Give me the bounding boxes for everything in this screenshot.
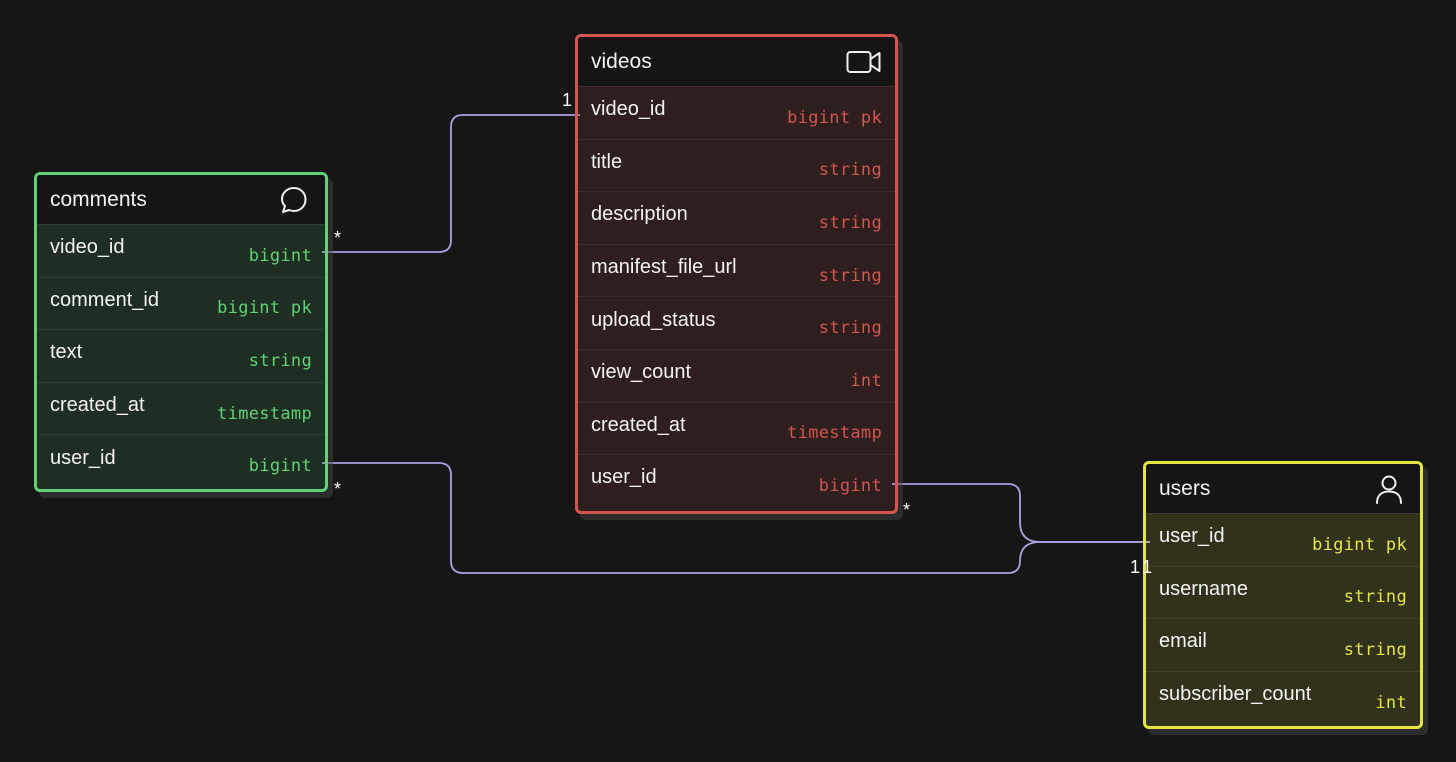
primary-key-badge: pk xyxy=(860,107,882,128)
field-name: email xyxy=(1159,630,1207,653)
cardinality-label: * xyxy=(334,228,342,248)
field-type: string xyxy=(1344,640,1407,660)
field-name: created_at xyxy=(591,413,686,436)
field-row-username[interactable]: username string xyxy=(1146,565,1420,619)
field-name: text xyxy=(50,341,83,364)
cardinality-label: 1 xyxy=(1130,557,1141,577)
relation-videos-user-id-to-users-user-id[interactable] xyxy=(892,483,1150,543)
comments-field-list: video_id bigint comment_id bigint pk text str… xyxy=(37,224,325,487)
field-name: video_id xyxy=(591,98,666,121)
field-row-video-id[interactable]: video_id bigint pk xyxy=(578,86,895,139)
cardinality-label: 1 xyxy=(562,90,573,110)
field-row-text[interactable]: text string xyxy=(37,329,325,382)
field-type-label: timestamp xyxy=(787,423,882,444)
field-type-label: bigint xyxy=(217,298,281,319)
video-camera-icon xyxy=(846,47,882,77)
field-type: string xyxy=(819,160,882,180)
field-name: view_count xyxy=(591,361,692,384)
field-type: string xyxy=(249,351,312,371)
field-row-view-count[interactable]: view_count int xyxy=(578,348,895,402)
field-row-video-id[interactable]: video_id bigint xyxy=(37,224,325,277)
field-type: bigint pk xyxy=(217,298,312,318)
field-row-manifest-file-url[interactable]: manifest_file_url string xyxy=(578,243,895,297)
comments-table-header[interactable]: comments xyxy=(37,175,325,224)
field-type: bigint pk xyxy=(1312,535,1407,555)
primary-key-badge: pk xyxy=(1385,534,1407,555)
users-table-header[interactable]: users xyxy=(1146,464,1420,513)
field-name: user_id xyxy=(1159,525,1225,548)
videos-table[interactable]: videos video_id bigint pk title string descr… xyxy=(575,34,898,514)
field-row-created-at[interactable]: created_at timestamp xyxy=(37,381,325,435)
field-type-label: string xyxy=(1343,639,1407,660)
field-type: int xyxy=(850,371,882,391)
table-title: videos xyxy=(591,49,652,73)
field-row-comment-id[interactable]: comment_id bigint pk xyxy=(37,276,325,330)
videos-field-list: video_id bigint pk title string description s… xyxy=(578,86,895,507)
relation-comments-video-id-to-videos-video-id[interactable] xyxy=(322,114,580,253)
field-name: manifest_file_url xyxy=(591,256,737,279)
field-name: title xyxy=(591,150,623,173)
field-type: bigint pk xyxy=(787,108,882,128)
field-type-label: int xyxy=(1375,692,1407,713)
field-type-label: string xyxy=(818,160,882,181)
field-type: bigint xyxy=(249,246,312,266)
field-name: comment_id xyxy=(50,288,159,311)
users-field-list: user_id bigint pk username string email strin… xyxy=(1146,513,1420,723)
field-row-user-id[interactable]: user_id bigint pk xyxy=(1146,513,1420,566)
field-type-label: string xyxy=(818,212,882,233)
field-name: video_id xyxy=(50,236,125,259)
field-type-label: int xyxy=(850,370,882,391)
chat-bubble-icon xyxy=(276,185,312,215)
field-type: timestamp xyxy=(217,404,312,424)
field-type: timestamp xyxy=(787,423,882,443)
field-name: subscriber_count xyxy=(1159,683,1312,706)
field-type: int xyxy=(1375,693,1407,713)
field-name: upload_status xyxy=(591,308,716,331)
field-type-label: bigint xyxy=(248,456,312,477)
field-row-user-id[interactable]: user_id bigint xyxy=(37,434,325,487)
field-row-user-id[interactable]: user_id bigint xyxy=(578,454,895,507)
table-title: comments xyxy=(50,187,147,211)
comments-table[interactable]: comments video_id bigint comment_id bigint … xyxy=(34,172,328,492)
field-type: string xyxy=(819,266,882,286)
primary-key-badge: pk xyxy=(290,298,312,319)
field-row-title[interactable]: title string xyxy=(578,138,895,192)
field-type-label: string xyxy=(1343,587,1407,608)
field-row-description[interactable]: description string xyxy=(578,191,895,244)
field-type-label: string xyxy=(248,350,312,371)
field-type-label: bigint xyxy=(787,107,851,128)
cardinality-label: * xyxy=(903,500,911,520)
field-row-upload-status[interactable]: upload_status string xyxy=(578,296,895,349)
field-type-label: bigint xyxy=(818,475,882,496)
field-type: bigint xyxy=(249,456,312,476)
field-type-label: bigint xyxy=(1312,534,1376,555)
field-type-label: string xyxy=(818,318,882,339)
field-name: username xyxy=(1159,577,1248,600)
field-type-label: timestamp xyxy=(217,403,312,424)
field-name: created_at xyxy=(50,394,145,417)
cardinality-label: * xyxy=(334,479,342,499)
field-row-subscriber-count[interactable]: subscriber_count int xyxy=(1146,670,1420,724)
field-name: user_id xyxy=(591,466,657,489)
field-type-label: bigint xyxy=(248,245,312,266)
videos-table-header[interactable]: videos xyxy=(578,37,895,86)
field-row-created-at[interactable]: created_at timestamp xyxy=(578,401,895,455)
field-type: string xyxy=(819,213,882,233)
field-name: user_id xyxy=(50,446,116,469)
users-table[interactable]: users user_id bigint pk username string emai… xyxy=(1143,461,1423,729)
field-name: description xyxy=(591,203,688,226)
field-row-email[interactable]: email string xyxy=(1146,618,1420,671)
field-type: bigint xyxy=(819,476,882,496)
cardinality-label: 1 xyxy=(1142,557,1153,577)
user-icon xyxy=(1371,474,1407,504)
field-type-label: string xyxy=(818,265,882,286)
field-type: string xyxy=(819,318,882,338)
field-type: string xyxy=(1344,587,1407,607)
table-title: users xyxy=(1159,476,1211,500)
